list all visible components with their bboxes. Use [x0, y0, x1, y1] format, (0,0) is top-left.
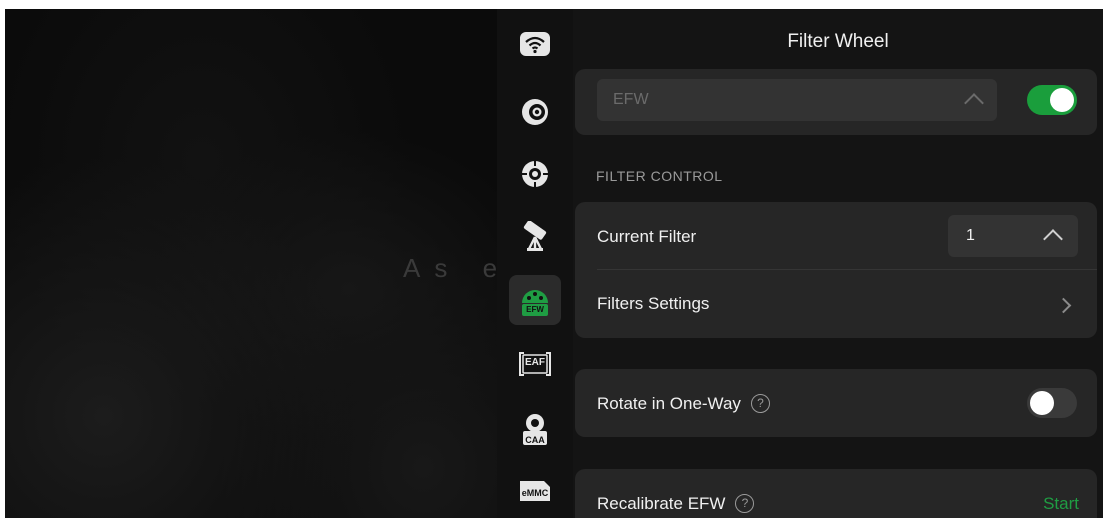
- toggle-knob: [1030, 391, 1054, 415]
- rotate-one-way-label: Rotate in One-Way: [597, 394, 741, 413]
- preview-overlay-text: As e: [403, 253, 512, 283]
- rotate-one-way-card: Rotate in One-Way?: [575, 369, 1097, 437]
- rail-item-camera[interactable]: [509, 87, 561, 137]
- device-enable-toggle[interactable]: [1027, 85, 1077, 115]
- rail-item-eaf[interactable]: EAF: [509, 339, 561, 389]
- rotate-one-way-row: Rotate in One-Way?: [597, 394, 770, 414]
- eaf-badge: EAF: [525, 357, 545, 368]
- help-icon[interactable]: ?: [750, 394, 770, 413]
- rotate-one-way-toggle[interactable]: [1027, 388, 1077, 418]
- camera-preview: As e: [5, 9, 497, 518]
- recalibrate-card: Recalibrate EFW? Start: [575, 469, 1097, 518]
- camera-lens-icon: [522, 99, 548, 125]
- rail-item-mount[interactable]: [509, 212, 561, 262]
- recalibrate-label: Recalibrate EFW: [597, 494, 726, 513]
- current-filter-select[interactable]: 1: [948, 215, 1078, 257]
- caa-badge: CAA: [525, 435, 545, 445]
- recalibrate-start-button[interactable]: Start: [1043, 494, 1079, 514]
- rail-item-wifi[interactable]: [509, 19, 561, 69]
- efw-badge: EFW: [526, 305, 544, 314]
- rail-item-emmc[interactable]: eMMC: [509, 465, 561, 515]
- chevron-right-icon: [1055, 297, 1072, 314]
- emmc-badge: eMMC: [521, 488, 549, 498]
- toggle-knob: [1050, 88, 1074, 112]
- rail-item-efw[interactable]: EFW: [509, 275, 561, 325]
- rail-item-caa[interactable]: CAA: [509, 405, 561, 455]
- telescope-mount-icon: [523, 221, 547, 251]
- current-filter-label: Current Filter: [597, 227, 697, 246]
- recalibrate-row: Recalibrate EFW?: [597, 494, 755, 514]
- current-filter-value: 1: [966, 227, 975, 244]
- wifi-icon: [520, 32, 550, 56]
- device-sidebar: EFW EAF CAA eMMC: [497, 9, 573, 518]
- filters-settings-label: Filters Settings: [597, 294, 710, 313]
- help-icon[interactable]: ?: [735, 494, 755, 513]
- device-select[interactable]: EFW: [597, 79, 997, 121]
- device-card: EFW: [575, 69, 1097, 135]
- filters-settings-row[interactable]: Filters Settings: [575, 270, 1097, 338]
- chevron-up-icon: [1043, 229, 1063, 249]
- rail-item-guide[interactable]: [509, 149, 561, 199]
- app-frame: As e EFW EAF CAA eMMC Filter Wheel EFW F…: [5, 9, 1103, 518]
- settings-panel: Filter Wheel EFW FILTER CONTROL Current …: [573, 9, 1103, 518]
- section-label-filter-control: FILTER CONTROL: [596, 168, 723, 184]
- device-select-value: EFW: [613, 91, 649, 108]
- filter-control-card: Current Filter 1 Filters Settings: [575, 202, 1097, 338]
- panel-title: Filter Wheel: [787, 31, 889, 52]
- guide-crosshair-icon: [521, 160, 549, 188]
- chevron-up-icon: [964, 93, 984, 113]
